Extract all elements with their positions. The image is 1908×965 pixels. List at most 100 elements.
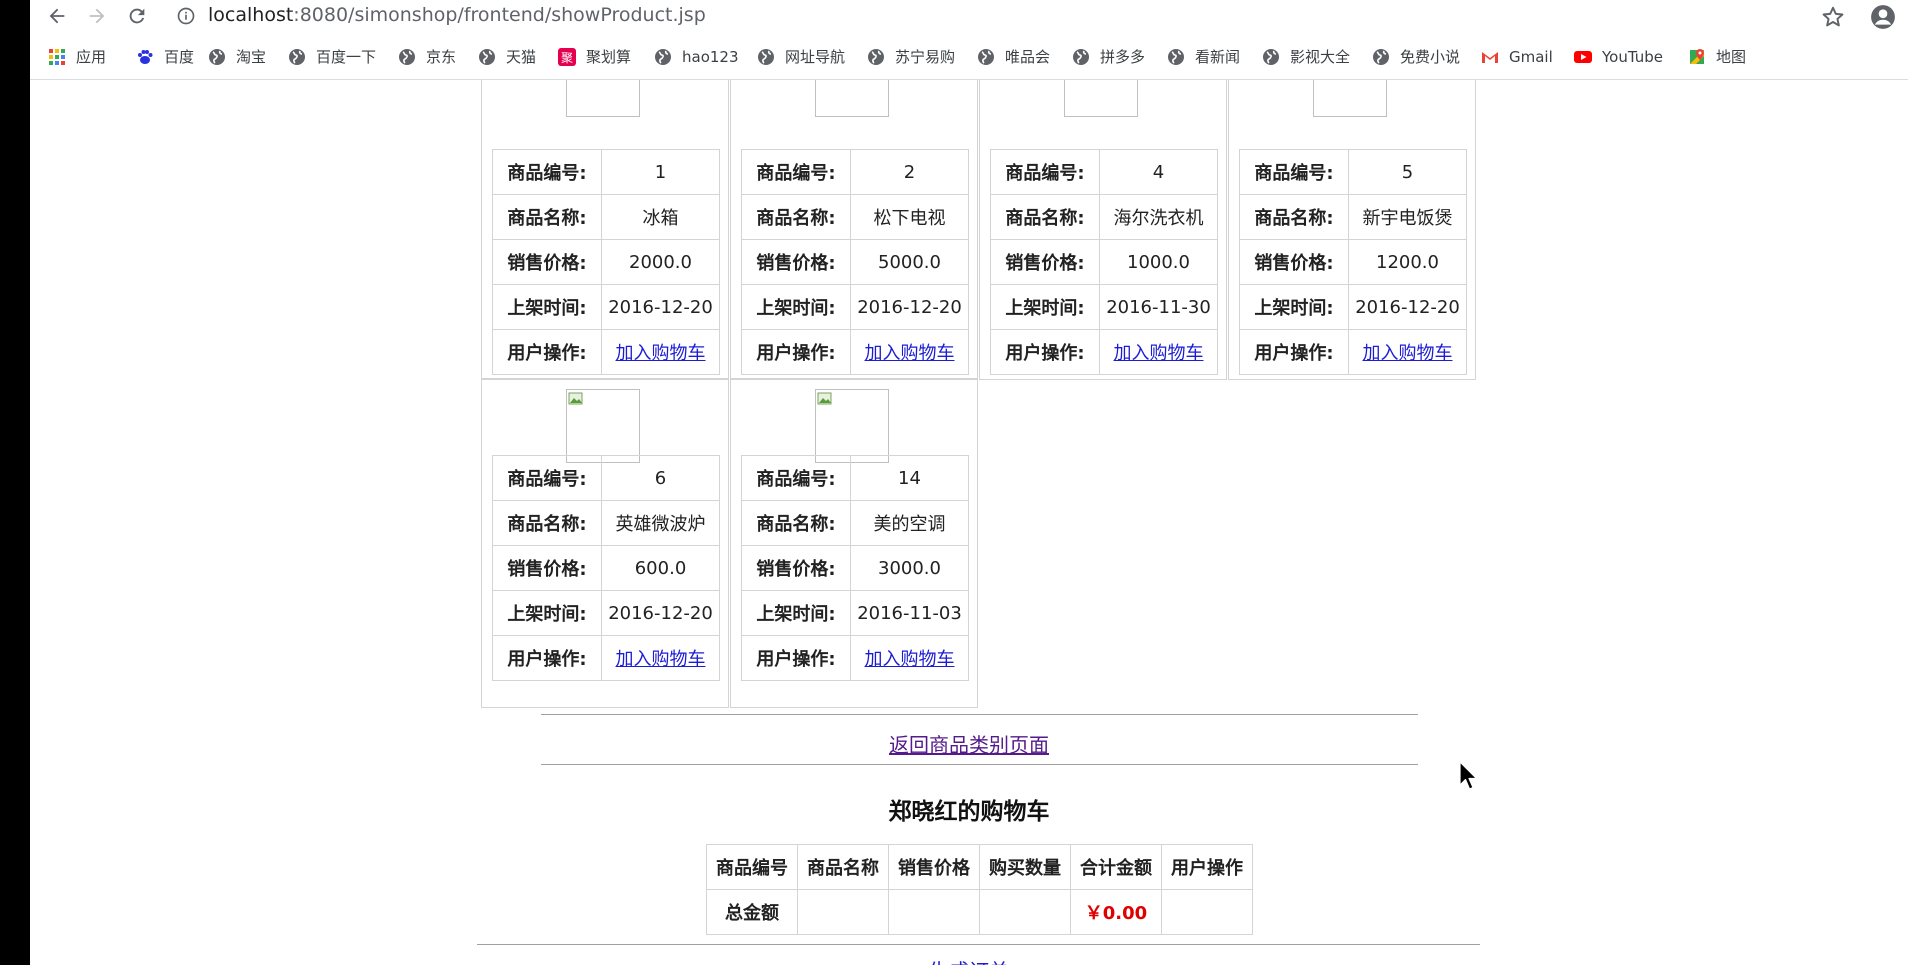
product-row-name: 商品名称: 松下电视 [741, 194, 969, 240]
product-row-name: 商品名称: 新宇电饭煲 [1239, 194, 1467, 240]
bookmark-9[interactable]: 网址导航 [757, 44, 845, 69]
globe-icon [757, 48, 775, 66]
field-label: 上架时间: [990, 284, 1100, 330]
field-value-id: 4 [1099, 149, 1218, 195]
cart-column-header: 用户操作 [1161, 844, 1253, 890]
product-row-id: 商品编号: 1 [492, 149, 720, 195]
product-card: 商品编号: 5 商品名称: 新宇电饭煲 销售价格: 1200.0 上架时间: 2016-12-… [1228, 80, 1476, 380]
bookmark-2[interactable]: 百度 [136, 44, 194, 69]
bookmark-label: 看新闻 [1195, 48, 1241, 66]
action-cell: 加入购物车 [1099, 329, 1218, 375]
product-row-action: 用户操作: 加入购物车 [492, 635, 720, 681]
field-value-price: 600.0 [601, 545, 720, 591]
globe-icon [208, 48, 226, 66]
forward-button[interactable] [84, 3, 110, 29]
bookmark-17[interactable]: YouTube [1574, 44, 1663, 69]
add-to-cart-link[interactable]: 加入购物车 [616, 343, 706, 364]
bookmark-7[interactable]: 聚聚划算 [558, 44, 631, 69]
product-row-name: 商品名称: 冰箱 [492, 194, 720, 240]
add-to-cart-link[interactable]: 加入购物车 [616, 649, 706, 670]
add-to-cart-link[interactable]: 加入购物车 [1363, 343, 1453, 364]
bookmark-12[interactable]: 拼多多 [1072, 44, 1145, 69]
product-row-action: 用户操作: 加入购物车 [990, 329, 1218, 375]
product-row-date: 上架时间: 2016-12-20 [1239, 284, 1467, 330]
back-to-category-link[interactable]: 返回商品类别页面 [30, 729, 1908, 758]
product-card: 商品编号: 1 商品名称: 冰箱 销售价格: 2000.0 上架时间: 2016-12-20 用… [481, 80, 729, 380]
account-icon[interactable] [1870, 4, 1896, 30]
divider [541, 764, 1418, 765]
generate-order-link[interactable]: 生成订单 [30, 955, 1908, 965]
field-label: 销售价格: [1239, 239, 1349, 285]
bookmark-13[interactable]: 看新闻 [1167, 44, 1240, 69]
field-value-name: 美的空调 [850, 500, 969, 546]
bookmark-10[interactable]: 苏宁易购 [867, 44, 955, 69]
add-to-cart-link[interactable]: 加入购物车 [865, 343, 955, 364]
bookmark-label: 天猫 [506, 48, 537, 66]
reload-icon [129, 8, 145, 24]
product-row-name: 商品名称: 英雄微波炉 [492, 500, 720, 546]
url-path: :8080/simonshop/frontend/showProduct.jsp [293, 4, 706, 26]
total-amount: ￥0.00 [1070, 889, 1162, 935]
bookmark-6[interactable]: 天猫 [478, 44, 536, 69]
bookmark-1[interactable]: 应用 [48, 44, 106, 69]
field-value-id: 5 [1348, 149, 1467, 195]
product-row-id: 商品编号: 4 [990, 149, 1218, 195]
globe-icon [288, 48, 306, 66]
product-info-table: 商品编号: 1 商品名称: 冰箱 销售价格: 2000.0 上架时间: 2016-12-20 用… [492, 149, 720, 375]
product-row-name: 商品名称: 海尔洗衣机 [990, 194, 1218, 240]
bookmark-label: 淘宝 [236, 48, 267, 66]
bookmark-4[interactable]: 百度一下 [288, 44, 376, 69]
field-label: 销售价格: [741, 239, 851, 285]
product-row-action: 用户操作: 加入购物车 [741, 329, 969, 375]
product-info-table: 商品编号: 4 商品名称: 海尔洗衣机 销售价格: 1000.0 上架时间: 2016-11-… [990, 149, 1218, 375]
svg-text:聚: 聚 [561, 51, 573, 65]
bookmark-18[interactable]: 地图 [1688, 44, 1746, 69]
bookmark-16[interactable]: Gmail [1481, 44, 1553, 69]
info-icon[interactable] [176, 6, 196, 26]
product-row-name: 商品名称: 美的空调 [741, 500, 969, 546]
reload-button[interactable] [124, 3, 150, 29]
product-row-date: 上架时间: 2016-11-30 [990, 284, 1218, 330]
field-value-price: 2000.0 [601, 239, 720, 285]
field-value-date: 2016-11-03 [850, 590, 969, 636]
action-cell: 加入购物车 [601, 329, 720, 375]
back-button[interactable] [44, 3, 70, 29]
product-row-price: 销售价格: 600.0 [492, 545, 720, 591]
field-label: 销售价格: [990, 239, 1100, 285]
bookmark-5[interactable]: 京东 [398, 44, 456, 69]
bookmark-11[interactable]: 唯品会 [977, 44, 1050, 69]
cart-title: 郑晓红的购物车 [888, 799, 1050, 825]
bookmark-label: 唯品会 [1005, 48, 1051, 66]
bookmark-label: 拼多多 [1100, 48, 1146, 66]
bookmark-8[interactable]: hao123 [654, 44, 739, 69]
product-row-id: 商品编号: 5 [1239, 149, 1467, 195]
empty-cell [797, 889, 889, 935]
empty-cell [979, 889, 1071, 935]
total-label: 总金额 [706, 889, 798, 935]
bookmark-14[interactable]: 影视大全 [1262, 44, 1350, 69]
bookmark-star-icon[interactable] [1820, 4, 1846, 30]
bookmark-label: 应用 [76, 48, 107, 66]
bookmark-3[interactable]: 淘宝 [208, 44, 266, 69]
add-to-cart-link[interactable]: 加入购物车 [865, 649, 955, 670]
product-row-id: 商品编号: 2 [741, 149, 969, 195]
add-to-cart-link[interactable]: 加入购物车 [1114, 343, 1204, 364]
bookmark-label: 影视大全 [1290, 48, 1351, 66]
field-label: 销售价格: [741, 545, 851, 591]
globe-icon [867, 48, 885, 66]
action-cell: 加入购物车 [1348, 329, 1467, 375]
cart-header-row: 商品编号 商品名称 销售价格 购买数量 合计金额 用户操作 [706, 844, 1253, 890]
address-bar[interactable]: localhost:8080/simonshop/frontend/showPr… [208, 3, 706, 27]
globe-icon [1167, 48, 1185, 66]
field-value-date: 2016-12-20 [1348, 284, 1467, 330]
field-label: 上架时间: [741, 284, 851, 330]
action-cell: 加入购物车 [850, 635, 969, 681]
field-label: 商品名称: [741, 194, 851, 240]
forward-arrow-icon [89, 8, 105, 24]
field-value-name: 新宇电饭煲 [1348, 194, 1467, 240]
field-label: 商品名称: [741, 500, 851, 546]
page-content: 商品编号: 1 商品名称: 冰箱 销售价格: 2000.0 上架时间: 2016-12-20 用… [30, 80, 1908, 965]
field-value-price: 3000.0 [850, 545, 969, 591]
bookmark-15[interactable]: 免费小说 [1372, 44, 1460, 69]
field-value-id: 14 [850, 455, 969, 501]
